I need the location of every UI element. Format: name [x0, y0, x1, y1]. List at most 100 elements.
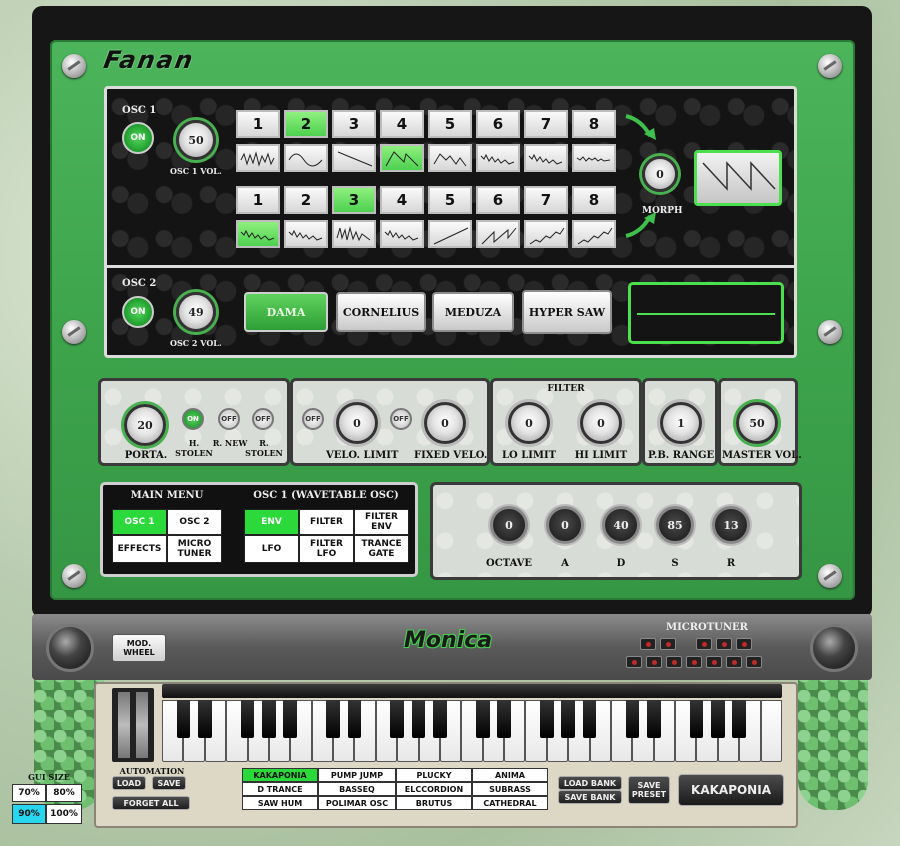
gui-size-90[interactable]: 90% [12, 804, 46, 824]
preset-item[interactable]: POLIMAR OSC [318, 796, 396, 810]
black-key[interactable] [732, 700, 747, 738]
fixed-velo-knob[interactable]: 0 [424, 402, 466, 444]
microtuner-led[interactable] [696, 638, 712, 650]
black-key[interactable] [347, 700, 362, 738]
black-key[interactable] [561, 700, 576, 738]
fixed-velo-toggle[interactable]: OFF [390, 408, 412, 430]
microtuner-led[interactable] [706, 656, 722, 668]
automation-load-button[interactable]: LOAD [112, 776, 146, 790]
black-key[interactable] [497, 700, 511, 738]
preset-item[interactable]: ANIMA [472, 768, 548, 782]
osc1-row2-wave-5[interactable] [428, 220, 472, 248]
preset-item[interactable]: PLUCKY [396, 768, 472, 782]
microtuner-led[interactable] [726, 656, 742, 668]
black-key[interactable] [262, 700, 276, 738]
octave-knob[interactable]: 0 [490, 506, 528, 544]
osc1-row2-table-8[interactable]: 8 [572, 186, 616, 214]
preset-item[interactable]: KAKAPONIA [242, 768, 318, 782]
osc1-row1-table-5[interactable]: 5 [428, 110, 472, 138]
mod-wheel[interactable] [136, 692, 148, 758]
preset-item[interactable]: SUBRASS [472, 782, 548, 796]
osc1-row2-wave-3[interactable] [332, 220, 376, 248]
preset-item[interactable]: D TRANCE [242, 782, 318, 796]
osc1-row1-table-4[interactable]: 4 [380, 110, 424, 138]
osc2-volume-knob[interactable]: 49 [176, 292, 216, 332]
decay-knob[interactable]: 40 [602, 506, 640, 544]
preset-item[interactable]: SAW HUM [242, 796, 318, 810]
osc-menu-lfo[interactable]: LFO [244, 535, 299, 563]
osc1-on-button[interactable]: ON [122, 122, 154, 154]
osc1-row2-table-7[interactable]: 7 [524, 186, 568, 214]
gui-size-70[interactable]: 70% [12, 784, 46, 802]
osc-menu-filter[interactable]: FILTER [299, 509, 354, 535]
osc1-row2-table-3[interactable]: 3 [332, 186, 376, 214]
black-key[interactable] [539, 700, 554, 738]
white-key[interactable] [760, 700, 782, 762]
microtuner-led[interactable] [626, 656, 642, 668]
save-bank-button[interactable]: SAVE BANK [558, 790, 622, 804]
black-key[interactable] [176, 700, 191, 738]
preset-item[interactable]: ELCCORDION [396, 782, 472, 796]
gui-size-80[interactable]: 80% [46, 784, 82, 802]
black-key[interactable] [390, 700, 404, 738]
pitch-wheel[interactable] [118, 692, 130, 758]
osc1-row1-table-1[interactable]: 1 [236, 110, 280, 138]
osc1-row1-wave-5[interactable] [428, 144, 472, 172]
black-key[interactable] [411, 700, 426, 738]
menu-osc2[interactable]: OSC 2 [167, 509, 222, 535]
save-preset-button[interactable]: SAVE PRESET [628, 776, 670, 804]
velo-limit-knob[interactable]: 0 [336, 402, 378, 444]
osc1-row1-table-7[interactable]: 7 [524, 110, 568, 138]
black-key[interactable] [689, 700, 704, 738]
osc1-row1-table-8[interactable]: 8 [572, 110, 616, 138]
black-key[interactable] [646, 700, 661, 738]
osc2-preset-meduza[interactable]: MEDUZA [432, 292, 514, 332]
microtuner-led[interactable] [646, 656, 662, 668]
osc-menu-filter-lfo[interactable]: FILTER LFO [299, 535, 354, 563]
osc1-row2-table-4[interactable]: 4 [380, 186, 424, 214]
r-new-toggle[interactable]: OFF [218, 408, 240, 430]
master-vol-knob[interactable]: 50 [736, 402, 778, 444]
osc1-row2-table-1[interactable]: 1 [236, 186, 280, 214]
osc1-row2-wave-4[interactable] [380, 220, 424, 248]
preset-item[interactable]: CATHEDRAL [472, 796, 548, 810]
h-stolen-toggle[interactable]: ON [182, 408, 204, 430]
black-key[interactable] [433, 700, 447, 738]
osc1-row1-wave-8[interactable] [572, 144, 616, 172]
microtuner-led[interactable] [666, 656, 682, 668]
osc1-row1-table-3[interactable]: 3 [332, 110, 376, 138]
porta-knob[interactable]: 20 [124, 404, 166, 446]
lo-limit-knob[interactable]: 0 [508, 402, 550, 444]
menu-effects[interactable]: EFFECTS [112, 535, 167, 563]
osc-menu-trance-gate[interactable]: TRANCE GATE [354, 535, 409, 563]
microtuner-led[interactable] [716, 638, 732, 650]
microtuner-led[interactable] [640, 638, 656, 650]
menu-micro-tuner[interactable]: MICRO TUNER [167, 535, 222, 563]
load-bank-button[interactable]: LOAD BANK [558, 776, 622, 790]
black-key[interactable] [197, 700, 212, 738]
release-knob[interactable]: 13 [712, 506, 750, 544]
current-preset-display[interactable]: KAKAPONIA [678, 774, 784, 806]
menu-osc1[interactable]: OSC 1 [112, 509, 167, 535]
microtuner-led[interactable] [660, 638, 676, 650]
osc1-row1-wave-2[interactable] [284, 144, 328, 172]
osc1-row2-wave-1[interactable] [236, 220, 280, 248]
osc1-row1-wave-4[interactable] [380, 144, 424, 172]
osc1-volume-knob[interactable]: 50 [176, 120, 216, 160]
microtuner-led[interactable] [736, 638, 752, 650]
sustain-knob[interactable]: 85 [656, 506, 694, 544]
black-key[interactable] [326, 700, 340, 738]
osc2-preset-cornelius[interactable]: CORNELIUS [336, 292, 426, 332]
osc1-row2-table-2[interactable]: 2 [284, 186, 328, 214]
left-knob-ball[interactable] [46, 624, 94, 672]
black-key[interactable] [582, 700, 597, 738]
black-key[interactable] [475, 700, 490, 738]
osc1-row2-wave-6[interactable] [476, 220, 520, 248]
automation-forget-all-button[interactable]: FORGET ALL [112, 796, 190, 810]
preset-item[interactable]: BASSEQ [318, 782, 396, 796]
gui-size-100[interactable]: 100% [46, 804, 82, 824]
osc1-row2-wave-8[interactable] [572, 220, 616, 248]
preset-item[interactable]: BRUTUS [396, 796, 472, 810]
osc1-row2-wave-7[interactable] [524, 220, 568, 248]
osc2-preset-hyper-saw[interactable]: HYPER SAW [522, 290, 612, 334]
